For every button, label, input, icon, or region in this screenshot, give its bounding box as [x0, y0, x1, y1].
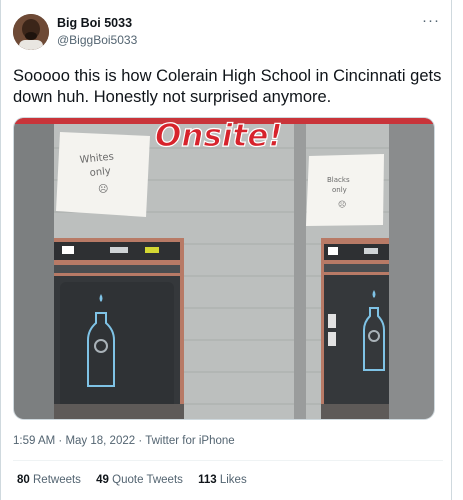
quote-tweets-count: 49	[96, 474, 109, 486]
tweet-text: Sooooo this is how Colerain High School …	[13, 67, 442, 106]
divider	[13, 460, 443, 461]
user-handle[interactable]: @BiggBoi5033	[57, 33, 137, 47]
tweet-stats: 80 Retweets 49 Quote Tweets 113 Likes	[17, 474, 259, 486]
retweets-count: 80	[17, 474, 30, 486]
likes-stat[interactable]: 113 Likes	[198, 474, 247, 486]
tweet-card: Big Boi 5033 @BiggBoi5033 ··· Sooooo thi…	[0, 0, 463, 500]
likes-count: 113	[198, 474, 217, 486]
tweet-source[interactable]: Twitter for iPhone	[145, 435, 234, 447]
onsite-logo: Onsite!	[154, 118, 283, 155]
quote-tweets-label: Quote Tweets	[112, 474, 183, 486]
tweet-header: Big Boi 5033 @BiggBoi5033 ···	[13, 13, 443, 50]
svg-text:Onsite!: Onsite!	[155, 118, 282, 154]
quote-tweets-stat[interactable]: 49 Quote Tweets	[96, 474, 183, 486]
tweet-date[interactable]: May 18, 2022	[65, 435, 135, 447]
sign-left: Whites only ☹	[56, 132, 150, 217]
fountain-left	[54, 238, 184, 419]
retweets-label: Retweets	[33, 474, 81, 486]
retweets-stat[interactable]: 80 Retweets	[17, 474, 81, 486]
svg-text:only: only	[332, 186, 347, 194]
right-border	[451, 0, 452, 500]
more-horizontal-icon[interactable]: ···	[421, 13, 441, 34]
sign-right: Blacks only ☹	[306, 154, 384, 226]
tweet-meta: 1:59 AM · May 18, 2022 · Twitter for iPh…	[13, 435, 235, 447]
svg-text:only: only	[89, 166, 111, 179]
tweet-photo[interactable]: Whites only ☹ Blacks only ☹ Onsite!	[13, 117, 435, 420]
tweet-time[interactable]: 1:59 AM	[13, 435, 55, 447]
likes-label: Likes	[219, 474, 247, 486]
avatar[interactable]	[13, 14, 49, 50]
left-border	[0, 0, 1, 500]
svg-text:Blacks: Blacks	[327, 176, 350, 184]
svg-text:☹: ☹	[338, 200, 346, 209]
fountain-right	[321, 238, 389, 419]
svg-text:☹: ☹	[98, 184, 108, 195]
display-name[interactable]: Big Boi 5033	[57, 16, 132, 30]
